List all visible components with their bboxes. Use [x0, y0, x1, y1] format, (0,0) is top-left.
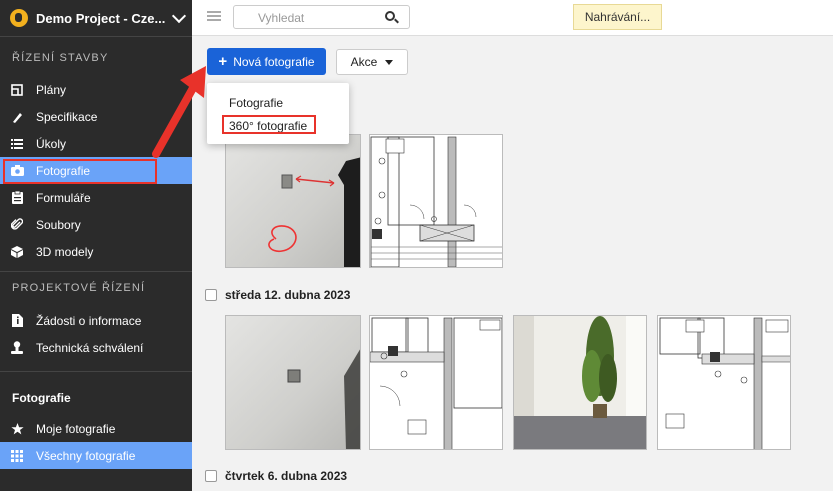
actions-label: Akce	[350, 55, 378, 69]
select-day-checkbox[interactable]	[205, 289, 217, 301]
annotation-highlight-box	[3, 159, 157, 184]
day-group-header: středa 12. dubna 2023	[205, 288, 350, 302]
upload-status-badge: Nahrávání...	[573, 4, 662, 30]
person-stamp-icon	[10, 341, 24, 355]
divider	[0, 271, 192, 272]
tasks-icon	[10, 137, 24, 151]
sidebar-item-label: Žádosti o informace	[36, 313, 142, 328]
sidebar-item-files[interactable]: Soubory	[0, 211, 192, 238]
app-logo-icon	[10, 9, 28, 27]
sidebar-item-my-photos[interactable]: Moje fotografie	[0, 415, 192, 442]
new-photo-label: Nová fotografie	[233, 54, 315, 69]
document-info-icon	[10, 314, 24, 328]
day-group-header: čtvrtek 6. dubna 2023	[205, 469, 347, 483]
photo-wall-image	[287, 349, 360, 449]
section-title-construction: ŘÍZENÍ STAVBY	[12, 52, 109, 64]
star-icon	[10, 422, 24, 436]
project-name: Demo Project - Cze...	[36, 10, 166, 26]
plus-icon: +	[218, 53, 228, 70]
new-photo-dropdown-menu: Fotografie 360° fotografie	[207, 83, 349, 144]
select-day-checkbox[interactable]	[205, 470, 217, 482]
actions-dropdown-button[interactable]: Akce	[336, 49, 408, 75]
sidebar-item-3d-models[interactable]: 3D modely	[0, 238, 192, 265]
floor-plan-image	[659, 317, 790, 449]
day-label: čtvrtek 6. dubna 2023	[225, 469, 348, 483]
sidebar-item-forms[interactable]: Formuláře	[0, 184, 192, 211]
sidebar-item-label: Úkoly	[36, 136, 67, 151]
photo-thumbnail[interactable]	[225, 315, 361, 450]
search-input[interactable]: Vyhledat	[233, 5, 410, 29]
search-icon[interactable]	[385, 11, 395, 21]
sidebar-item-label: Plány	[36, 82, 67, 97]
plans-icon	[10, 83, 24, 97]
sidebar-item-label: Formuláře	[36, 190, 91, 205]
caret-down-icon	[385, 59, 394, 65]
floor-plan-image	[370, 136, 502, 267]
paperclip-icon	[10, 218, 24, 232]
section-title-project: PROJEKTOVÉ ŘÍZENÍ	[12, 282, 146, 294]
divider	[0, 371, 192, 372]
divider	[0, 36, 192, 37]
sidebar-item-label: Všechny fotografie	[36, 448, 136, 463]
sidebar-item-all-photos[interactable]: Všechny fotografie	[0, 442, 192, 469]
sidebar-item-rfi[interactable]: Žádosti o informace	[0, 307, 192, 334]
sidebar-item-label: Moje fotografie	[36, 421, 116, 436]
spec-icon	[10, 110, 24, 124]
menu-item-photo[interactable]: Fotografie	[229, 96, 283, 110]
floor-plan-image	[370, 317, 502, 449]
section-title-photos: Fotografie	[12, 391, 71, 405]
photo-thumbnail[interactable]	[369, 134, 503, 268]
photo-thumbnail[interactable]	[657, 315, 791, 450]
photo-thumbnail[interactable]	[513, 315, 647, 450]
grid-icon	[10, 449, 24, 463]
day-label: středa 12. dubna 2023	[225, 288, 351, 302]
chevron-down-icon	[171, 8, 187, 23]
sidebar-item-approvals[interactable]: Technická schválení	[0, 334, 192, 361]
photo-thumbnail[interactable]	[225, 134, 361, 268]
annotation-highlight-box	[222, 115, 316, 134]
sidebar-item-label: Soubory	[36, 217, 81, 232]
top-bar: Vyhledat Nahrávání...	[192, 0, 833, 36]
sidebar-item-label: Technická schválení	[36, 340, 144, 355]
photo-wall-annotated-image	[268, 157, 360, 267]
sidebar-item-label: 3D modely	[36, 244, 94, 259]
new-photo-button[interactable]: + Nová fotografie	[207, 48, 326, 75]
forms-icon	[10, 191, 24, 205]
project-switcher[interactable]: Demo Project - Cze...	[0, 0, 192, 36]
sidebar-item-label: Specifikace	[36, 109, 98, 124]
annotation-arrow-icon	[152, 66, 206, 158]
photo-office-plant-image	[514, 316, 646, 449]
cube-icon	[10, 245, 24, 259]
hamburger-menu-icon[interactable]	[207, 11, 221, 21]
photo-thumbnail[interactable]	[369, 315, 503, 450]
